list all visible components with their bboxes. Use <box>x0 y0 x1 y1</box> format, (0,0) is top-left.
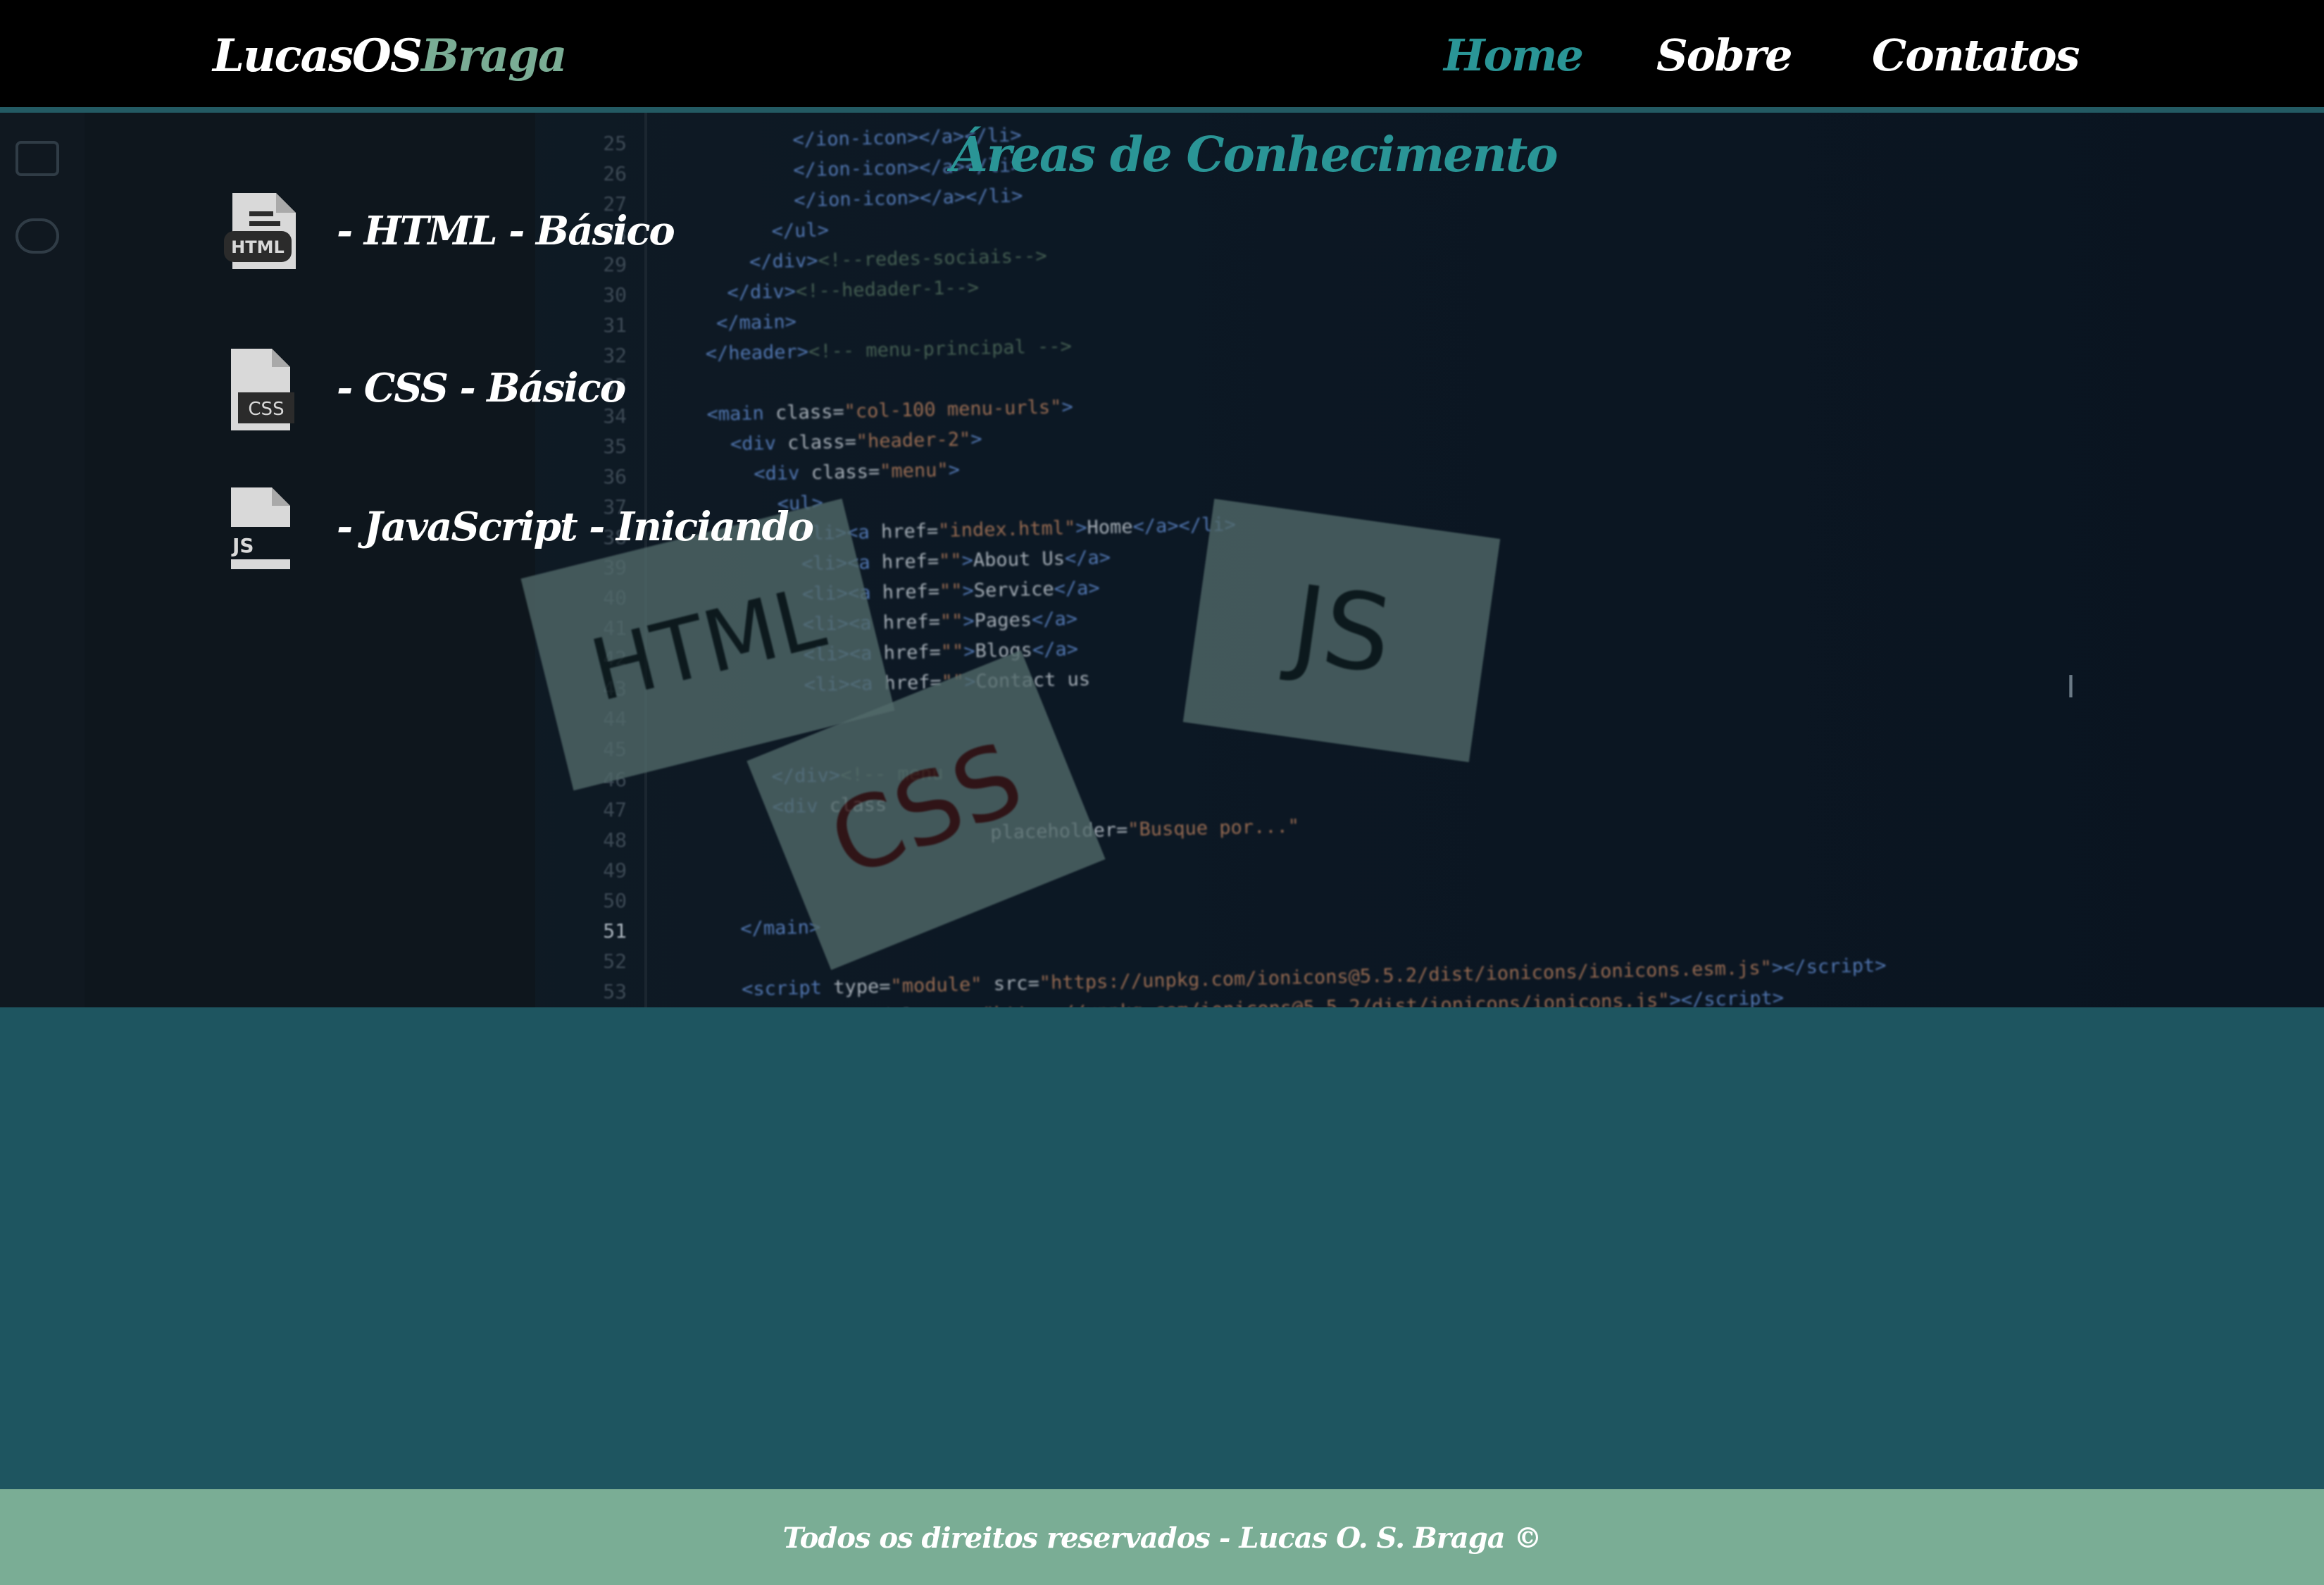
skill-label-html: - HTML - Básico <box>337 208 675 254</box>
docker-icon <box>15 218 59 254</box>
editor-activity-bar <box>0 113 85 1007</box>
brand-name-primary: LucasOS <box>213 30 423 82</box>
site-footer: Todos os direitos reservados - Lucas O. … <box>0 1489 2324 1585</box>
css-icon-text: CSS <box>248 399 284 420</box>
html-file-icon: HTML <box>224 193 296 269</box>
skill-item-html: HTML - HTML - Básico <box>223 190 1068 282</box>
brand-name-accent: Braga <box>420 30 567 82</box>
js-icon-text: JS <box>231 534 254 557</box>
text-cursor-icon: I <box>2066 669 2075 705</box>
skill-item-js: JS - JavaScript - Iniciando <box>223 486 1068 578</box>
nav-link-contatos[interactable]: Contatos <box>1872 30 2080 81</box>
sticky-note-js: JS <box>1182 499 1501 762</box>
skill-item-css: CSS - CSS - Básico <box>223 347 1068 439</box>
nav-link-home[interactable]: Home <box>1444 30 1584 81</box>
brand-logo[interactable]: LucasOSBraga <box>213 30 567 82</box>
nav-link-sobre[interactable]: Sobre <box>1656 30 1793 81</box>
monitor-icon <box>15 141 59 176</box>
site-header: LucasOSBraga Home Sobre Contatos <box>0 0 2324 113</box>
section-title: Áreas de Conhecimento <box>951 127 1558 183</box>
css-file-icon: CSS <box>231 349 294 430</box>
html-icon-text: HTML <box>231 237 285 257</box>
hero-section: 25 26 27 28 29 30 31 32 33 34 35 36 37 3… <box>0 113 2324 1007</box>
copyright-text: Todos os direitos reservados - Lucas O. … <box>782 1522 1542 1555</box>
js-file-icon: JS <box>231 487 290 569</box>
skill-label-css: - CSS - Básico <box>337 365 626 411</box>
skill-label-js: - JavaScript - Iniciando <box>337 504 814 550</box>
